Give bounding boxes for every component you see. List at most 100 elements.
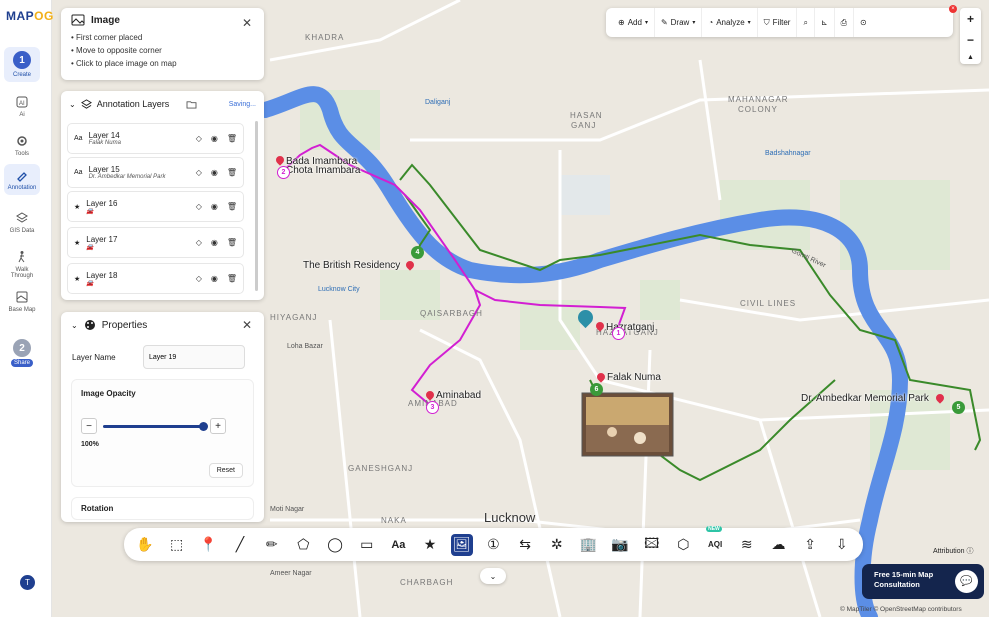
select-icon[interactable]: ⬚ (166, 534, 188, 556)
north-arrow-icon[interactable]: ▲ (967, 54, 974, 61)
layer-name-input[interactable] (143, 345, 245, 369)
zoom-in-button[interactable]: + (967, 12, 974, 26)
eye-icon[interactable]: ◉ (211, 274, 218, 283)
rectangle-icon[interactable]: ▭ (356, 534, 378, 556)
line-icon[interactable]: ╱ (229, 534, 251, 556)
route-icon[interactable]: ⇆ (514, 534, 536, 556)
cube-icon[interactable]: ⬡ (672, 534, 694, 556)
layers-scrollbar[interactable] (255, 121, 258, 291)
rotation-section[interactable]: Rotation (71, 497, 254, 520)
layer-row[interactable]: ★ Layer 18 🚘 ◇ ◉ 🗑 (67, 263, 244, 294)
route-marker-1[interactable]: 1 (612, 327, 625, 340)
locate-icon[interactable]: ◇ (196, 168, 202, 177)
avatar[interactable]: T (20, 575, 35, 590)
locate-button[interactable]: ⊙ (854, 8, 873, 37)
star-icon[interactable]: ★ (419, 534, 441, 556)
poi-falak-numa[interactable]: Falak Numa (607, 372, 661, 383)
weather-icon[interactable]: ☁ (767, 534, 789, 556)
attribution-button[interactable]: Attribution ⓘ (933, 546, 973, 556)
building-icon[interactable]: 🏢 (577, 534, 599, 556)
instruction-step: • Click to place image on map (71, 59, 177, 68)
download-icon[interactable]: ⇩ (831, 534, 853, 556)
folder-icon[interactable] (186, 100, 197, 109)
chevron-down-icon[interactable]: ⌄ (69, 100, 76, 109)
camera-icon[interactable]: 📷 (609, 534, 631, 556)
poi-british-residency[interactable]: The British Residency (303, 260, 400, 271)
wind-icon[interactable]: ≋ (736, 534, 758, 556)
map-attribution: © MapTiler © OpenStreetMap contributors (840, 606, 962, 613)
poi-chota-imambara[interactable]: Chota Imambara (286, 165, 360, 176)
rail-gis-data[interactable]: GIS Data (4, 211, 40, 234)
add-button[interactable]: ⊕ Add ▾ (612, 8, 655, 37)
close-icon[interactable]: ✕ (242, 318, 252, 332)
app-logo[interactable]: MAPOG (6, 9, 54, 23)
draw-button[interactable]: ✎ Draw ▾ (655, 8, 703, 37)
poi-aminabad[interactable]: Aminabad (436, 390, 481, 401)
eye-icon[interactable]: ◉ (211, 202, 218, 211)
rail-tools[interactable]: Tools (4, 134, 40, 157)
layer-row[interactable]: Aa Layer 15 Dr. Ambedkar Memorial Park ◇ ◉… (67, 157, 244, 188)
circle-icon[interactable]: ◯ (324, 534, 346, 556)
locate-icon[interactable]: ◇ (196, 202, 202, 211)
rail-create[interactable]: 1 Create (4, 47, 40, 82)
opacity-increase-button[interactable]: + (210, 418, 226, 434)
eye-icon[interactable]: ◉ (211, 168, 218, 177)
photo-icon[interactable]: 🖾 (641, 534, 663, 556)
text-layer-icon: Aa (74, 169, 83, 176)
close-icon[interactable]: ✕ (242, 16, 252, 30)
locate-icon[interactable]: ◇ (196, 274, 202, 283)
chevron-down-icon[interactable]: ⌄ (71, 321, 78, 330)
rail-ai[interactable]: AI Ai (4, 95, 40, 118)
filter-button[interactable]: ⛉ Filter (758, 8, 798, 37)
zoom-out-button[interactable]: − (967, 33, 974, 47)
layer-row[interactable]: ★ Layer 16 🚘 ◇ ◉ 🗑 (67, 191, 244, 222)
trash-icon[interactable]: 🗑 (227, 238, 237, 247)
reset-button[interactable]: Reset (208, 463, 243, 478)
text-icon[interactable]: Aa (387, 534, 409, 556)
numbered-marker-icon[interactable]: ① (482, 534, 504, 556)
route-marker-5[interactable]: 5 (952, 401, 965, 414)
label-charbagh: CHARBAGH (400, 578, 454, 587)
poi-ambedkar-park[interactable]: Dr. Ambedkar Memorial Park (801, 393, 929, 404)
rail-base-map[interactable]: Base Map (4, 290, 40, 313)
eye-icon[interactable]: ◉ (211, 238, 218, 247)
image-tool-icon[interactable]: 🖼 (450, 533, 473, 556)
rail-share[interactable]: 2 Share (4, 339, 40, 367)
locate-icon[interactable]: ◇ (196, 134, 202, 143)
close-toolbar-icon[interactable]: × (949, 5, 957, 13)
opacity-decrease-button[interactable]: − (81, 418, 97, 434)
image-panel-title: Image (91, 14, 120, 26)
aqi-icon[interactable]: NEW AQI (704, 525, 726, 556)
pan-hand-icon[interactable]: ✋ (134, 534, 156, 556)
measure-button[interactable]: ⊾ (815, 8, 835, 37)
area-icon[interactable]: ✲ (546, 534, 568, 556)
layer-row[interactable]: Aa Layer 14 Falak Numa ◇ ◉ 🗑 (67, 123, 244, 154)
print-button[interactable]: ⎙ (835, 8, 855, 37)
upload-icon[interactable]: ⇪ (799, 534, 821, 556)
trash-icon[interactable]: 🗑 (227, 168, 237, 177)
layer-row[interactable]: ★ Layer 17 🚘 ◇ ◉ 🗑 (67, 227, 244, 258)
collapse-toolbar-button[interactable]: ⌄ (480, 568, 506, 584)
freehand-icon[interactable]: ✏ (261, 534, 283, 556)
route-marker-4[interactable]: 4 (411, 246, 424, 259)
analyze-icon: ◔ (708, 18, 714, 27)
slider-thumb[interactable] (199, 421, 208, 431)
route-marker-2[interactable]: 2 (277, 166, 290, 179)
layer-name: Layer 18 (86, 270, 118, 280)
properties-panel: ⌄ Properties ✕ Layer Name Image Opacity … (61, 312, 264, 522)
rail-annotation[interactable]: Annotation (4, 164, 40, 195)
trash-icon[interactable]: 🗑 (227, 202, 237, 211)
route-marker-6[interactable]: 6 (590, 383, 603, 396)
rail-walk-through[interactable]: Walk Through (4, 250, 40, 279)
route-marker-3[interactable]: 3 (426, 401, 439, 414)
locate-icon[interactable]: ◇ (196, 238, 202, 247)
search-button[interactable]: ⌕ (797, 8, 815, 37)
opacity-slider[interactable] (103, 421, 208, 431)
trash-icon[interactable]: 🗑 (227, 134, 237, 143)
eye-icon[interactable]: ◉ (211, 134, 218, 143)
trash-icon[interactable]: 🗑 (227, 274, 237, 283)
marker-pin-icon[interactable]: 📍 (197, 534, 219, 556)
analyze-button[interactable]: ◔ Analyze ▾ (702, 8, 758, 37)
polygon-icon[interactable]: ⬠ (292, 534, 314, 556)
consultation-button[interactable]: Free 15-min Map Consultation 💬 (862, 564, 984, 599)
